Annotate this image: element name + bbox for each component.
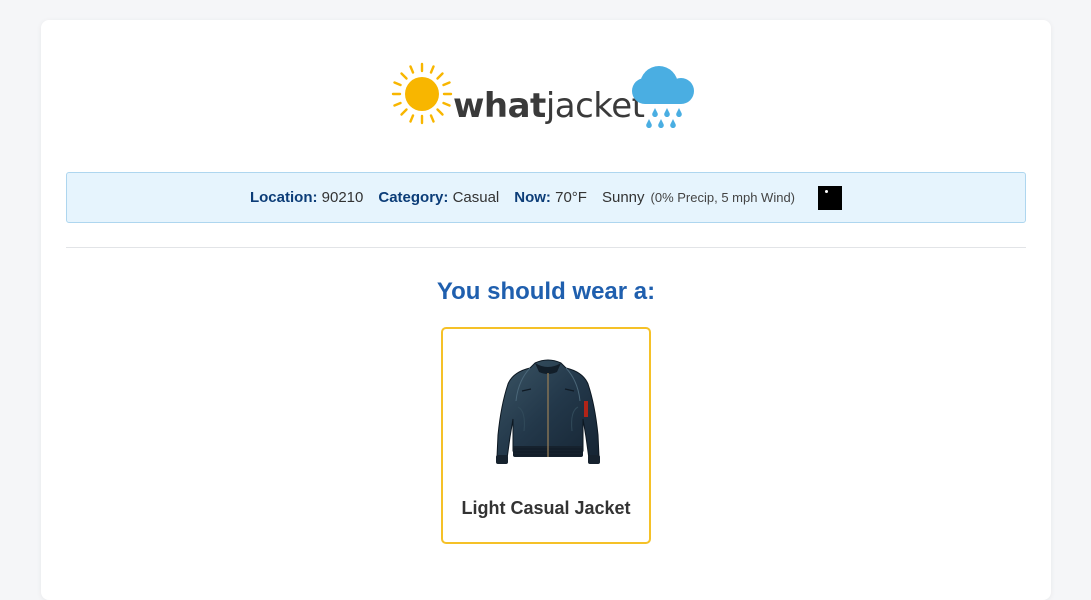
bomber-jacket-image <box>496 359 600 464</box>
sun-icon <box>391 62 453 125</box>
location-label: Location: <box>249 189 318 206</box>
location-value: 90210 <box>321 189 364 206</box>
recommendation-card[interactable]: Light Casual Jacket <box>441 327 651 544</box>
weather-condition-icon <box>818 185 843 210</box>
main-card: whatjacket Location: 90210 Category: Cas… <box>41 20 1051 600</box>
divider <box>66 247 1026 248</box>
recommendation-name: Light Casual Jacket <box>461 498 631 518</box>
now-label: Now: <box>514 189 551 206</box>
logo-word-jacket: jacket <box>545 86 645 126</box>
svg-text:whatjacket: whatjacket <box>453 86 645 126</box>
category-value: Casual <box>452 189 500 206</box>
weather-condition: Sunny <box>601 189 645 206</box>
recommendation-heading: You should wear a: <box>436 278 656 305</box>
logo-word-what: what <box>453 86 546 126</box>
weather-details: (0% Precip, 5 mph Wind) <box>650 190 796 205</box>
category-label: Category: <box>378 189 449 206</box>
current-temperature: 70°F <box>555 189 587 206</box>
weather-info-bar: Location: 90210 Category: Casual Now: 70… <box>66 172 1026 223</box>
whatjacket-logo[interactable]: whatjacket <box>391 58 703 134</box>
